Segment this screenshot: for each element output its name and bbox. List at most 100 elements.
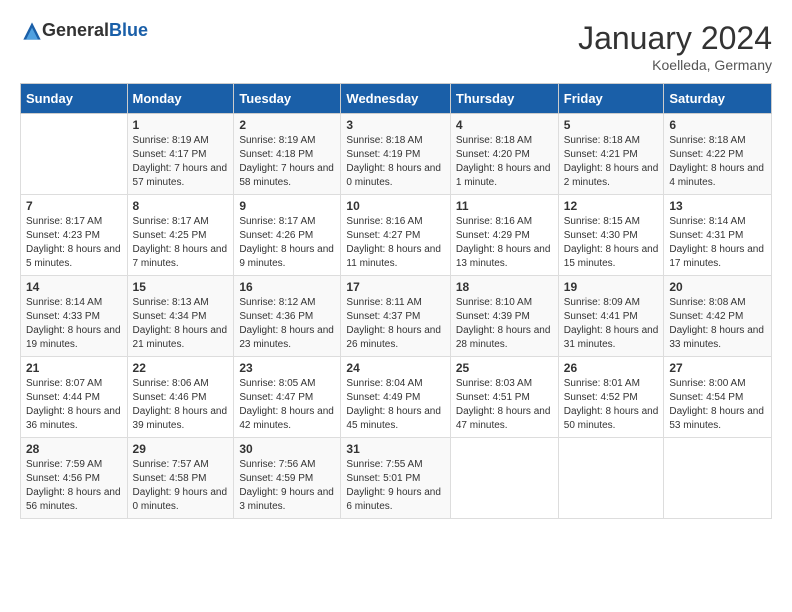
day-details: Sunrise: 8:13 AMSunset: 4:34 PMDaylight:… bbox=[133, 296, 229, 352]
day-cell: 3 Sunrise: 8:18 AMSunset: 4:19 PMDaylight… bbox=[341, 114, 450, 195]
day-details: Sunrise: 8:16 AMSunset: 4:29 PMDaylight:… bbox=[456, 215, 553, 271]
day-cell: 5Sunrise: 8:18 AMSunset: 4:21 PMDaylight… bbox=[558, 114, 664, 195]
day-details: Sunrise: 8:06 AMSunset: 4:46 PMDaylight:… bbox=[133, 377, 229, 433]
day-details: Sunrise: 8:19 AMSunset: 4:17 PMDaylight:… bbox=[133, 134, 229, 190]
day-cell: 22 Sunrise: 8:06 AMSunset: 4:46 PMDayligh… bbox=[127, 357, 234, 438]
day-cell: 4Sunrise: 8:18 AMSunset: 4:20 PMDaylight… bbox=[450, 114, 558, 195]
day-cell: 6 Sunrise: 8:18 AMSunset: 4:22 PMDaylight… bbox=[664, 114, 772, 195]
logo-blue: Blue bbox=[109, 20, 148, 41]
day-details: Sunrise: 8:08 AMSunset: 4:42 PMDaylight:… bbox=[669, 296, 766, 352]
day-cell: 7 Sunrise: 8:17 AMSunset: 4:23 PMDaylight… bbox=[21, 195, 128, 276]
day-number: 20 bbox=[669, 280, 766, 294]
day-number: 24 bbox=[346, 361, 444, 375]
day-number: 16 bbox=[239, 280, 335, 294]
day-details: Sunrise: 8:18 AMSunset: 4:21 PMDaylight:… bbox=[564, 134, 659, 190]
day-number: 26 bbox=[564, 361, 659, 375]
day-cell: 18 Sunrise: 8:10 AMSunset: 4:39 PMDayligh… bbox=[450, 276, 558, 357]
day-cell: 30Sunrise: 7:56 AMSunset: 4:59 PMDayligh… bbox=[234, 438, 341, 519]
day-cell: 11 Sunrise: 8:16 AMSunset: 4:29 PMDayligh… bbox=[450, 195, 558, 276]
day-number: 21 bbox=[26, 361, 122, 375]
day-cell: 27 Sunrise: 8:00 AMSunset: 4:54 PMDayligh… bbox=[664, 357, 772, 438]
day-cell: 16 Sunrise: 8:12 AMSunset: 4:36 PMDayligh… bbox=[234, 276, 341, 357]
header-day-sunday: Sunday bbox=[21, 84, 128, 114]
location-subtitle: Koelleda, Germany bbox=[578, 57, 772, 73]
day-details: Sunrise: 7:57 AMSunset: 4:58 PMDaylight:… bbox=[133, 458, 229, 514]
day-details: Sunrise: 8:05 AMSunset: 4:47 PMDaylight:… bbox=[239, 377, 335, 433]
day-details: Sunrise: 8:18 AMSunset: 4:19 PMDaylight:… bbox=[346, 134, 444, 190]
day-cell bbox=[558, 438, 664, 519]
day-details: Sunrise: 8:16 AMSunset: 4:27 PMDaylight:… bbox=[346, 215, 444, 271]
week-row-2: 7 Sunrise: 8:17 AMSunset: 4:23 PMDaylight… bbox=[21, 195, 772, 276]
day-cell: 17Sunrise: 8:11 AMSunset: 4:37 PMDayligh… bbox=[341, 276, 450, 357]
day-cell: 31 Sunrise: 7:55 AMSunset: 5:01 PMDayligh… bbox=[341, 438, 450, 519]
day-number: 19 bbox=[564, 280, 659, 294]
day-cell: 2 Sunrise: 8:19 AMSunset: 4:18 PMDaylight… bbox=[234, 114, 341, 195]
day-cell: 14 Sunrise: 8:14 AMSunset: 4:33 PMDayligh… bbox=[21, 276, 128, 357]
header-day-thursday: Thursday bbox=[450, 84, 558, 114]
day-number: 13 bbox=[669, 199, 766, 213]
day-cell: 26Sunrise: 8:01 AMSunset: 4:52 PMDayligh… bbox=[558, 357, 664, 438]
calendar-table: SundayMondayTuesdayWednesdayThursdayFrid… bbox=[20, 83, 772, 519]
week-row-4: 21 Sunrise: 8:07 AMSunset: 4:44 PMDayligh… bbox=[21, 357, 772, 438]
day-cell: 12Sunrise: 8:15 AMSunset: 4:30 PMDayligh… bbox=[558, 195, 664, 276]
day-number: 30 bbox=[239, 442, 335, 456]
day-cell: 23 Sunrise: 8:05 AMSunset: 4:47 PMDayligh… bbox=[234, 357, 341, 438]
day-details: Sunrise: 8:19 AMSunset: 4:18 PMDaylight:… bbox=[239, 134, 335, 190]
day-cell: 10Sunrise: 8:16 AMSunset: 4:27 PMDayligh… bbox=[341, 195, 450, 276]
logo: GeneralBlue bbox=[20, 20, 148, 41]
day-number: 27 bbox=[669, 361, 766, 375]
month-year-title: January 2024 bbox=[578, 20, 772, 57]
logo-icon bbox=[22, 21, 42, 41]
calendar-header: SundayMondayTuesdayWednesdayThursdayFrid… bbox=[21, 84, 772, 114]
day-number: 23 bbox=[239, 361, 335, 375]
header-row: SundayMondayTuesdayWednesdayThursdayFrid… bbox=[21, 84, 772, 114]
day-details: Sunrise: 8:14 AMSunset: 4:33 PMDaylight:… bbox=[26, 296, 122, 352]
day-cell: 15 Sunrise: 8:13 AMSunset: 4:34 PMDayligh… bbox=[127, 276, 234, 357]
day-number: 29 bbox=[133, 442, 229, 456]
day-cell: 20 Sunrise: 8:08 AMSunset: 4:42 PMDayligh… bbox=[664, 276, 772, 357]
day-number: 25 bbox=[456, 361, 553, 375]
logo-general: General bbox=[42, 20, 109, 41]
day-number: 18 bbox=[456, 280, 553, 294]
day-details: Sunrise: 8:07 AMSunset: 4:44 PMDaylight:… bbox=[26, 377, 122, 433]
day-cell bbox=[450, 438, 558, 519]
day-details: Sunrise: 8:12 AMSunset: 4:36 PMDaylight:… bbox=[239, 296, 335, 352]
day-number: 9 bbox=[239, 199, 335, 213]
day-cell: 24 Sunrise: 8:04 AMSunset: 4:49 PMDayligh… bbox=[341, 357, 450, 438]
day-details: Sunrise: 7:55 AMSunset: 5:01 PMDaylight:… bbox=[346, 458, 444, 514]
week-row-5: 28Sunrise: 7:59 AMSunset: 4:56 PMDayligh… bbox=[21, 438, 772, 519]
day-number: 11 bbox=[456, 199, 553, 213]
day-cell: 28Sunrise: 7:59 AMSunset: 4:56 PMDayligh… bbox=[21, 438, 128, 519]
title-block: January 2024 Koelleda, Germany bbox=[578, 20, 772, 73]
day-details: Sunrise: 8:17 AMSunset: 4:23 PMDaylight:… bbox=[26, 215, 122, 271]
day-details: Sunrise: 8:00 AMSunset: 4:54 PMDaylight:… bbox=[669, 377, 766, 433]
day-details: Sunrise: 8:11 AMSunset: 4:37 PMDaylight:… bbox=[346, 296, 444, 352]
day-cell: 19Sunrise: 8:09 AMSunset: 4:41 PMDayligh… bbox=[558, 276, 664, 357]
week-row-3: 14 Sunrise: 8:14 AMSunset: 4:33 PMDayligh… bbox=[21, 276, 772, 357]
day-cell: 1 Sunrise: 8:19 AMSunset: 4:17 PMDaylight… bbox=[127, 114, 234, 195]
day-number: 2 bbox=[239, 118, 335, 132]
day-number: 3 bbox=[346, 118, 444, 132]
day-cell: 29 Sunrise: 7:57 AMSunset: 4:58 PMDayligh… bbox=[127, 438, 234, 519]
day-number: 1 bbox=[133, 118, 229, 132]
day-number: 14 bbox=[26, 280, 122, 294]
day-cell bbox=[664, 438, 772, 519]
day-details: Sunrise: 8:03 AMSunset: 4:51 PMDaylight:… bbox=[456, 377, 553, 433]
header-day-friday: Friday bbox=[558, 84, 664, 114]
day-details: Sunrise: 8:15 AMSunset: 4:30 PMDaylight:… bbox=[564, 215, 659, 271]
day-number: 6 bbox=[669, 118, 766, 132]
day-details: Sunrise: 8:18 AMSunset: 4:22 PMDaylight:… bbox=[669, 134, 766, 190]
day-number: 22 bbox=[133, 361, 229, 375]
day-number: 15 bbox=[133, 280, 229, 294]
day-details: Sunrise: 8:04 AMSunset: 4:49 PMDaylight:… bbox=[346, 377, 444, 433]
day-details: Sunrise: 8:10 AMSunset: 4:39 PMDaylight:… bbox=[456, 296, 553, 352]
day-details: Sunrise: 8:17 AMSunset: 4:26 PMDaylight:… bbox=[239, 215, 335, 271]
day-details: Sunrise: 7:59 AMSunset: 4:56 PMDaylight:… bbox=[26, 458, 122, 514]
day-cell: 13Sunrise: 8:14 AMSunset: 4:31 PMDayligh… bbox=[664, 195, 772, 276]
page-header: GeneralBlue January 2024 Koelleda, Germa… bbox=[20, 20, 772, 73]
day-cell: 9 Sunrise: 8:17 AMSunset: 4:26 PMDaylight… bbox=[234, 195, 341, 276]
day-number: 7 bbox=[26, 199, 122, 213]
day-number: 31 bbox=[346, 442, 444, 456]
day-cell: 8Sunrise: 8:17 AMSunset: 4:25 PMDaylight… bbox=[127, 195, 234, 276]
header-day-monday: Monday bbox=[127, 84, 234, 114]
